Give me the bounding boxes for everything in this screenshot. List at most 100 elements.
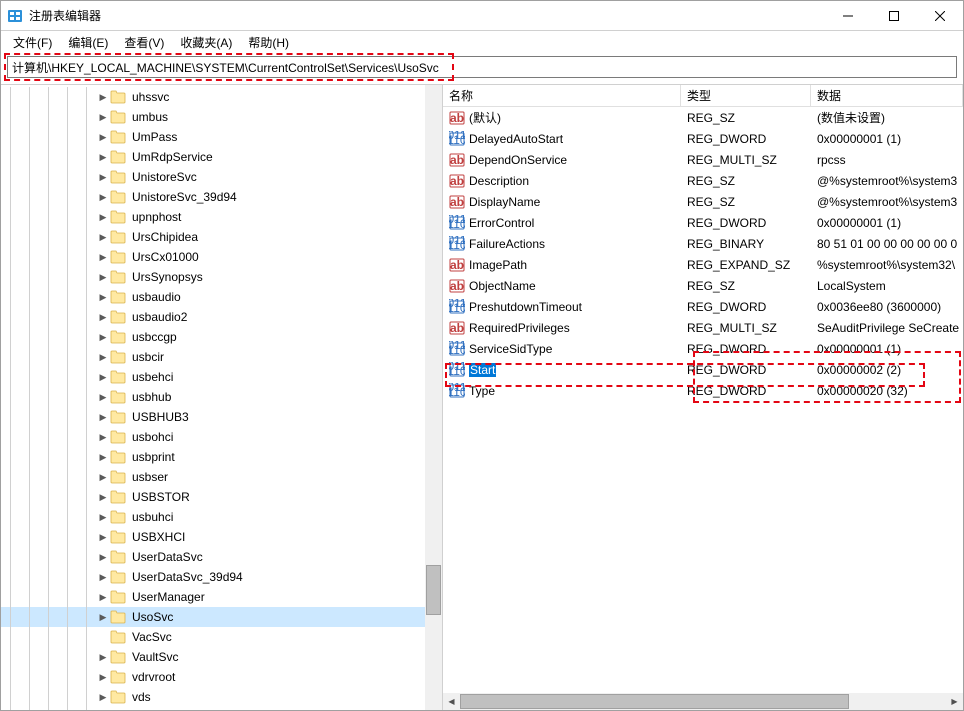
tree-expander-icon[interactable]: ▶ <box>96 352 110 363</box>
column-header-type[interactable]: 类型 <box>681 85 811 106</box>
tree-item[interactable]: ▶UserDataSvc_39d94 <box>1 567 442 587</box>
svg-text:110: 110 <box>449 217 465 231</box>
tree-expander-icon[interactable]: ▶ <box>96 592 110 603</box>
tree-item[interactable]: ▶USBHUB3 <box>1 407 442 427</box>
tree-expander-icon[interactable]: ▶ <box>96 132 110 143</box>
tree-item[interactable]: ▶VerifierExt <box>1 707 442 710</box>
tree-item[interactable]: ▶UnistoreSvc <box>1 167 442 187</box>
tree-expander-icon[interactable]: ▶ <box>96 432 110 443</box>
list-horizontal-scrollbar[interactable]: ◀ ▶ <box>443 693 963 710</box>
tree-item[interactable]: ▶UserManager <box>1 587 442 607</box>
tree-expander-icon[interactable]: ▶ <box>96 612 110 623</box>
tree-item[interactable]: ▶upnphost <box>1 207 442 227</box>
tree-expander-icon[interactable]: ▶ <box>96 252 110 263</box>
tree-expander-icon[interactable]: ▶ <box>96 392 110 403</box>
list-row[interactable]: abImagePathREG_EXPAND_SZ%systemroot%\sys… <box>443 254 963 275</box>
list-row[interactable]: 011110ServiceSidTypeREG_DWORD0x00000001 … <box>443 338 963 359</box>
tree-item[interactable]: ▶usbuhci <box>1 507 442 527</box>
tree-expander-icon[interactable]: ▶ <box>96 552 110 563</box>
tree-item[interactable]: ▶usbaudio2 <box>1 307 442 327</box>
tree-expander-icon[interactable]: ▶ <box>96 272 110 283</box>
tree-expander-icon[interactable]: ▶ <box>96 572 110 583</box>
tree-expander-icon[interactable]: ▶ <box>96 212 110 223</box>
tree-expander-icon[interactable]: ▶ <box>96 492 110 503</box>
tree-item[interactable]: ▶UmRdpService <box>1 147 442 167</box>
list-row[interactable]: abDependOnServiceREG_MULTI_SZrpcss <box>443 149 963 170</box>
tree-expander-icon[interactable]: ▶ <box>96 152 110 163</box>
tree-item[interactable]: ▶UmPass <box>1 127 442 147</box>
tree-expander-icon[interactable]: ▶ <box>96 332 110 343</box>
tree-expander-icon[interactable]: ▶ <box>96 652 110 663</box>
tree-expander-icon[interactable]: ▶ <box>96 532 110 543</box>
tree-expander-icon[interactable]: ▶ <box>96 292 110 303</box>
list-body[interactable]: ab(默认)REG_SZ(数值未设置)011110DelayedAutoStar… <box>443 107 963 693</box>
tree-item[interactable]: ▶UrsChipidea <box>1 227 442 247</box>
tree-expander-icon[interactable]: ▶ <box>96 172 110 183</box>
address-bar[interactable]: 计算机\HKEY_LOCAL_MACHINE\SYSTEM\CurrentCon… <box>7 56 957 78</box>
list-row[interactable]: 011110StartREG_DWORD0x00000002 (2) <box>443 359 963 380</box>
menu-favorites[interactable]: 收藏夹(A) <box>172 32 240 53</box>
tree-expander-icon[interactable]: ▶ <box>96 312 110 323</box>
tree-item[interactable]: ▶umbus <box>1 107 442 127</box>
list-row[interactable]: abDescriptionREG_SZ@%systemroot%\system3 <box>443 170 963 191</box>
tree-item[interactable]: ▶usbaudio <box>1 287 442 307</box>
tree-expander-icon[interactable]: ▶ <box>96 692 110 703</box>
tree-item[interactable]: ▶usbehci <box>1 367 442 387</box>
tree-item[interactable]: ▶UsoSvc <box>1 607 442 627</box>
tree-expander-icon[interactable]: ▶ <box>96 372 110 383</box>
hscroll-track[interactable] <box>460 693 946 710</box>
tree-item[interactable]: ▶USBSTOR <box>1 487 442 507</box>
maximize-button[interactable] <box>871 1 917 31</box>
tree-scrollbar-thumb[interactable] <box>426 565 441 615</box>
menu-view[interactable]: 查看(V) <box>116 32 172 53</box>
tree-item[interactable]: ▶vds <box>1 687 442 707</box>
tree-item[interactable]: ▶UnistoreSvc_39d94 <box>1 187 442 207</box>
tree-expander-icon[interactable]: ▶ <box>96 112 110 123</box>
tree-expander-icon[interactable]: ▶ <box>96 192 110 203</box>
tree-scrollbar[interactable] <box>425 85 442 710</box>
list-row[interactable]: 011110DelayedAutoStartREG_DWORD0x0000000… <box>443 128 963 149</box>
tree-item[interactable]: VacSvc <box>1 627 442 647</box>
tree-panel[interactable]: ▶uhssvc▶umbus▶UmPass▶UmRdpService▶Unisto… <box>1 85 443 710</box>
list-row[interactable]: 011110PreshutdownTimeoutREG_DWORD0x0036e… <box>443 296 963 317</box>
tree-item[interactable]: ▶usbccgp <box>1 327 442 347</box>
minimize-button[interactable] <box>825 1 871 31</box>
tree-item[interactable]: ▶usbcir <box>1 347 442 367</box>
column-header-name[interactable]: 名称 <box>443 85 681 106</box>
column-header-data[interactable]: 数据 <box>811 85 963 106</box>
menu-edit[interactable]: 编辑(E) <box>60 32 116 53</box>
tree-item[interactable]: ▶vdrvroot <box>1 667 442 687</box>
menu-file[interactable]: 文件(F) <box>5 32 60 53</box>
list-row[interactable]: 011110TypeREG_DWORD0x00000020 (32) <box>443 380 963 401</box>
list-row[interactable]: 011110ErrorControlREG_DWORD0x00000001 (1… <box>443 212 963 233</box>
tree-item[interactable]: ▶uhssvc <box>1 87 442 107</box>
svg-text:110: 110 <box>449 238 465 252</box>
close-button[interactable] <box>917 1 963 31</box>
list-row[interactable]: 011110FailureActionsREG_BINARY80 51 01 0… <box>443 233 963 254</box>
tree-expander-icon[interactable]: ▶ <box>96 92 110 103</box>
hscroll-thumb[interactable] <box>460 694 849 709</box>
tree-expander-icon[interactable]: ▶ <box>96 672 110 683</box>
tree-item[interactable]: ▶UrsSynopsys <box>1 267 442 287</box>
tree-item[interactable]: ▶UserDataSvc <box>1 547 442 567</box>
scroll-left-button[interactable]: ◀ <box>443 693 460 710</box>
tree-expander-icon[interactable]: ▶ <box>96 472 110 483</box>
tree-expander-icon[interactable]: ▶ <box>96 452 110 463</box>
tree-item[interactable]: ▶usbser <box>1 467 442 487</box>
scroll-right-button[interactable]: ▶ <box>946 693 963 710</box>
tree-expander-icon[interactable]: ▶ <box>96 232 110 243</box>
menu-help[interactable]: 帮助(H) <box>240 32 297 53</box>
list-row[interactable]: abDisplayNameREG_SZ@%systemroot%\system3 <box>443 191 963 212</box>
tree-item[interactable]: ▶usbprint <box>1 447 442 467</box>
tree-expander-icon[interactable]: ▶ <box>96 512 110 523</box>
tree-item[interactable]: ▶USBXHCI <box>1 527 442 547</box>
svg-text:110: 110 <box>449 385 465 399</box>
tree-item[interactable]: ▶VaultSvc <box>1 647 442 667</box>
list-row[interactable]: abObjectNameREG_SZLocalSystem <box>443 275 963 296</box>
tree-item[interactable]: ▶usbhub <box>1 387 442 407</box>
list-row[interactable]: ab(默认)REG_SZ(数值未设置) <box>443 107 963 128</box>
list-row[interactable]: abRequiredPrivilegesREG_MULTI_SZSeAuditP… <box>443 317 963 338</box>
tree-expander-icon[interactable]: ▶ <box>96 412 110 423</box>
tree-item[interactable]: ▶UrsCx01000 <box>1 247 442 267</box>
tree-item[interactable]: ▶usbohci <box>1 427 442 447</box>
